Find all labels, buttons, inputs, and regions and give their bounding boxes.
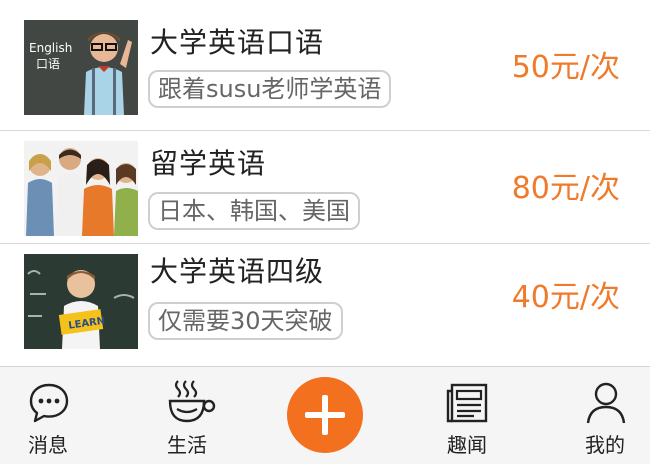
course-item-cet4[interactable]: LEARN 大学英语四级 仅需要30天突破 40元/次 (0, 244, 650, 366)
boy-with-learn-sign-image: LEARN (24, 254, 138, 349)
tab-life[interactable]: 生活 (142, 367, 232, 465)
course-tag: 仅需要30天突破 (148, 302, 343, 340)
course-item-spoken-english[interactable]: English 口语 大学英语口语 跟着susu老师学英语 50元/次 (0, 0, 650, 131)
chat-bubble-icon (27, 381, 71, 425)
course-price: 50元/次 (511, 50, 620, 85)
add-button[interactable] (287, 377, 363, 453)
thumb-caption-oral: 口语 (36, 57, 60, 71)
course-item-study-abroad-english[interactable]: 留学英语 日本、韩国、美国 80元/次 (0, 131, 650, 244)
tab-me[interactable]: 我的 (560, 367, 650, 465)
tab-label: 趣闻 (447, 433, 487, 457)
plus-icon (305, 395, 345, 435)
course-thumbnail (24, 141, 138, 236)
course-price: 40元/次 (511, 280, 620, 315)
tab-label: 我的 (585, 433, 625, 457)
course-tag: 日本、韩国、美国 (148, 192, 360, 230)
tab-news[interactable]: 趣闻 (422, 367, 512, 465)
tab-label: 生活 (167, 433, 207, 457)
coffee-cup-icon (166, 379, 216, 423)
thumb-caption-english: English (29, 41, 72, 55)
person-icon (584, 381, 628, 425)
course-tag: 跟着susu老师学英语 (148, 70, 392, 108)
course-title: 大学英语口语 (150, 26, 325, 59)
newspaper-icon (446, 381, 490, 425)
course-price: 80元/次 (511, 171, 620, 206)
course-title: 大学英语四级 (150, 255, 325, 288)
course-thumbnail: LEARN (24, 254, 138, 349)
course-thumbnail: English 口语 (24, 20, 138, 115)
course-title: 留学英语 (150, 147, 267, 180)
students-group-image (24, 141, 138, 236)
tab-messages[interactable]: 消息 (3, 367, 93, 465)
boy-with-glasses-image: English 口语 (24, 20, 138, 115)
tab-label: 消息 (28, 433, 68, 457)
